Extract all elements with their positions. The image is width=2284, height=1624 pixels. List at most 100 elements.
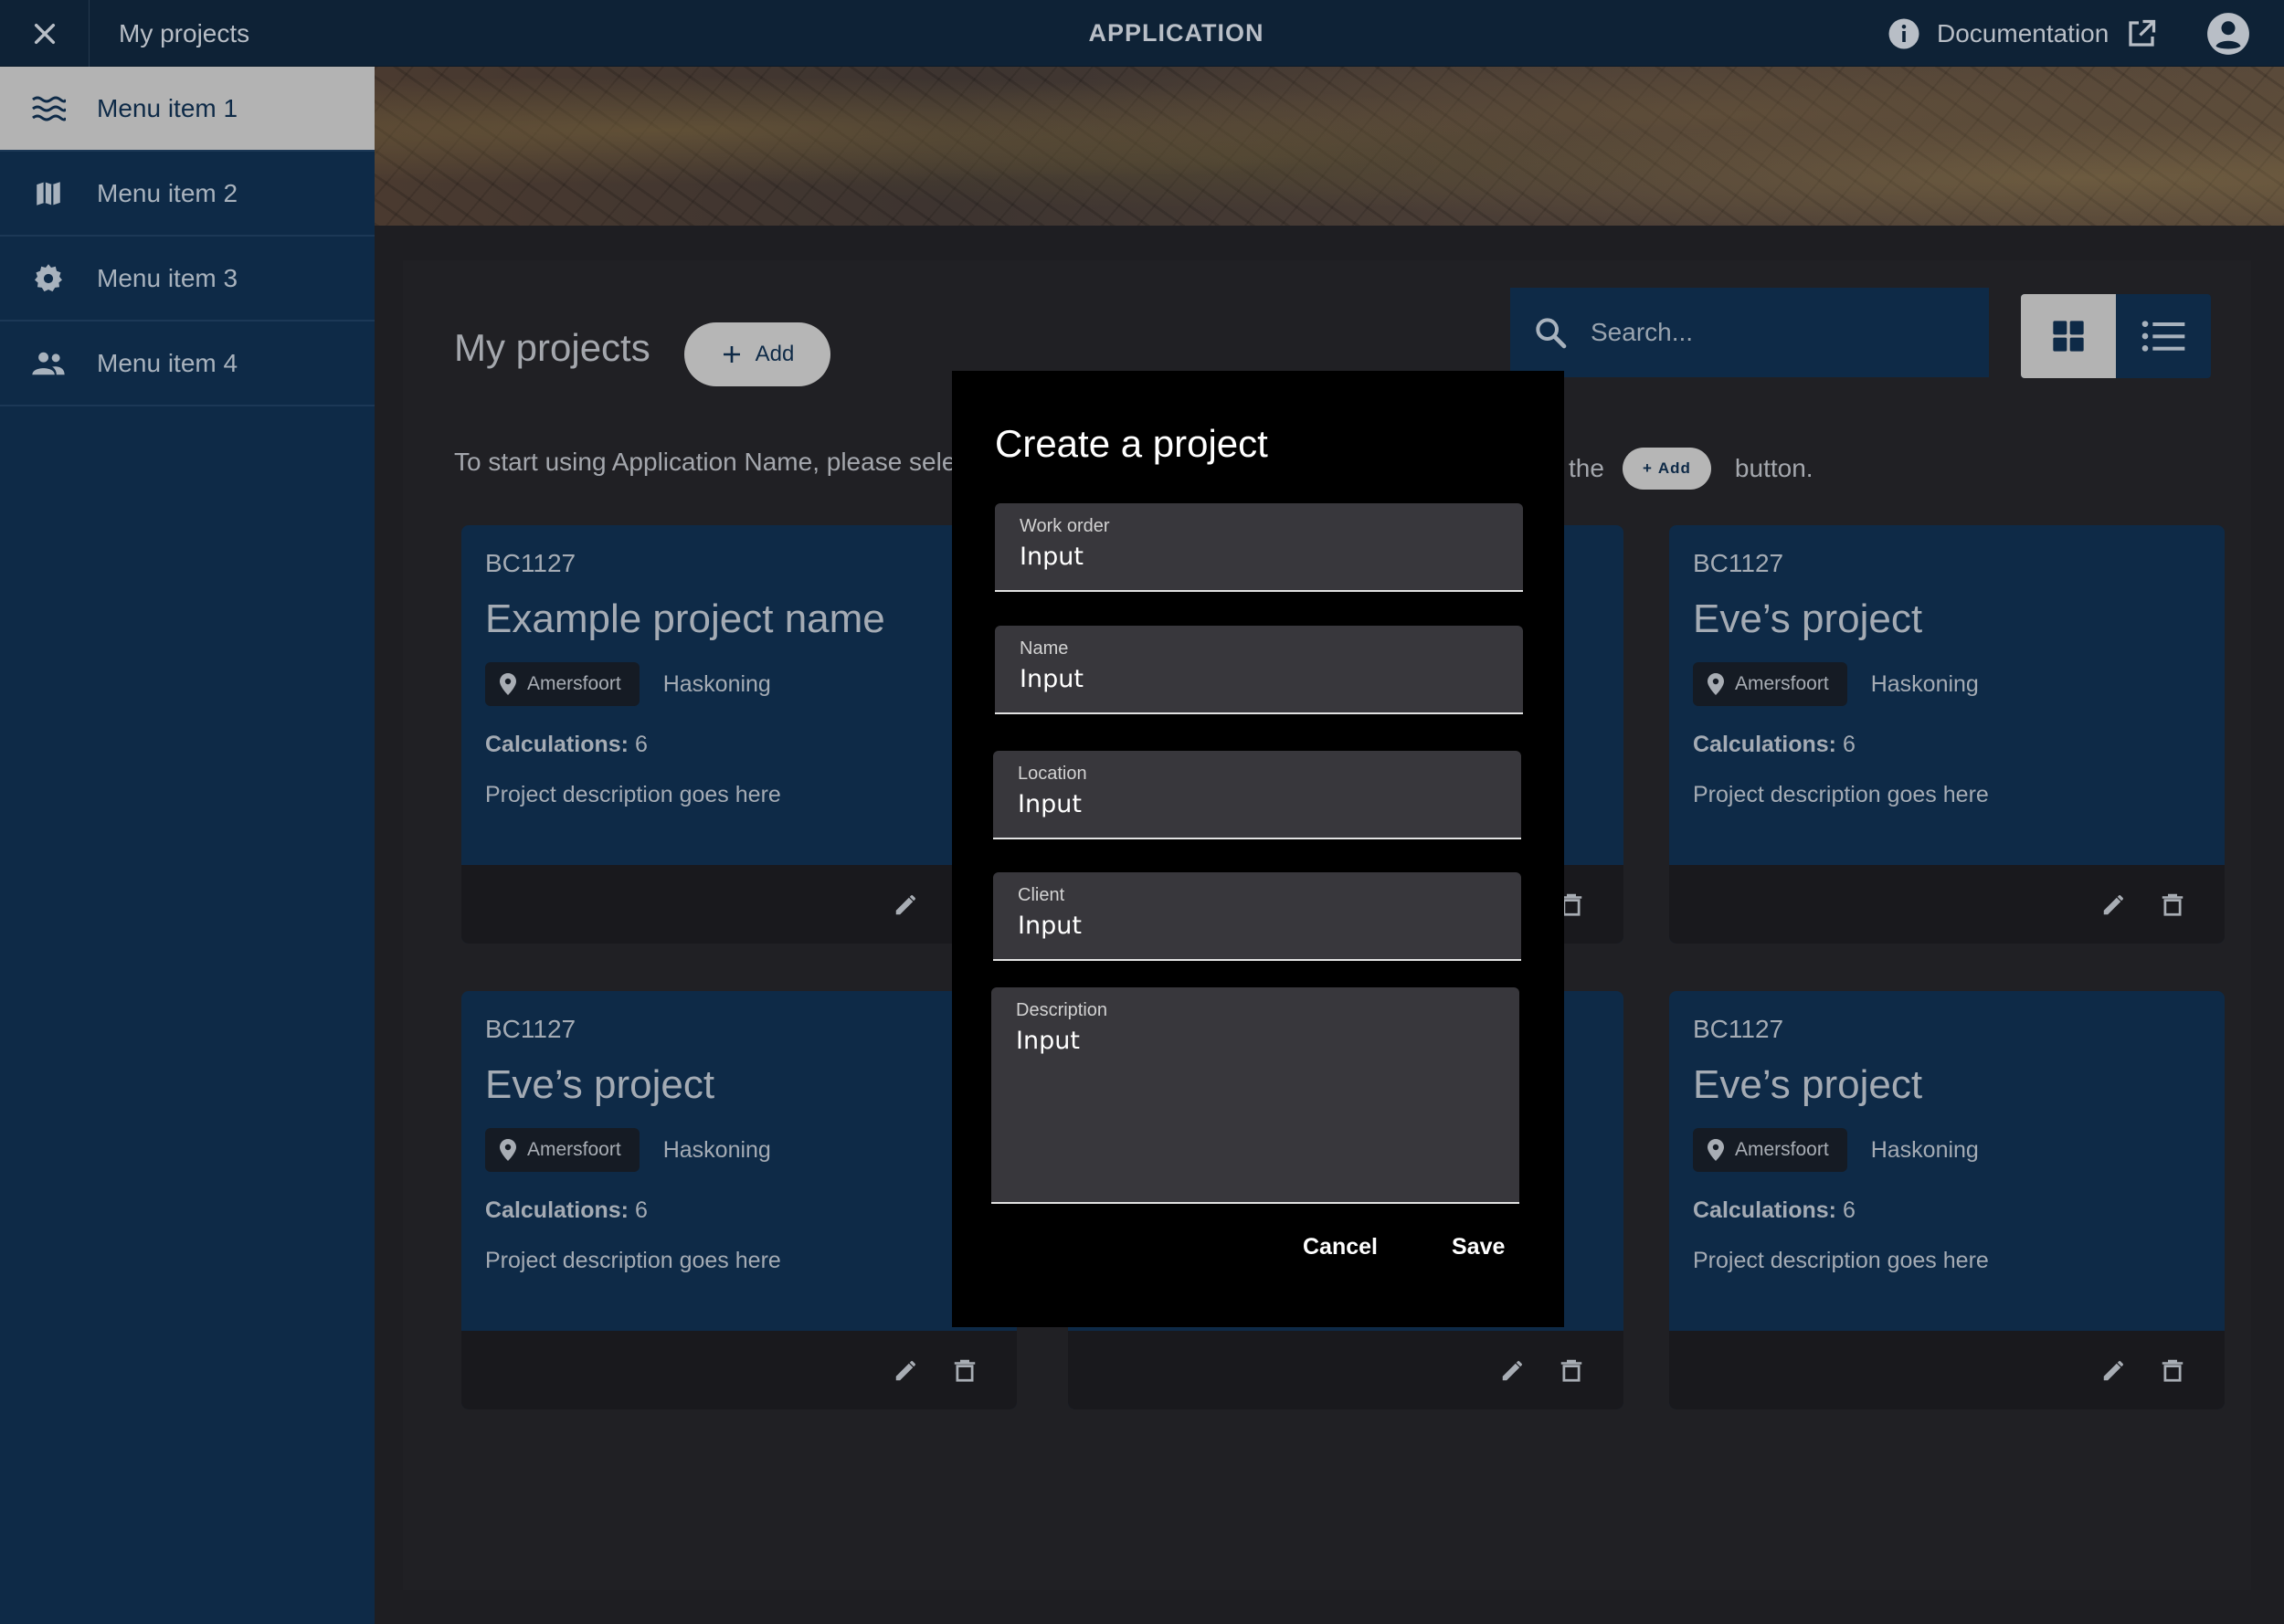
- sidebar-item-label: Menu item 2: [97, 178, 238, 207]
- topbar-page-title: My projects: [119, 19, 250, 47]
- card-actions: [1068, 1331, 1623, 1409]
- location-label: Amersfoort: [1735, 1139, 1829, 1160]
- client-name: Haskoning: [1870, 670, 1979, 697]
- client-label: Client: [1018, 885, 1065, 905]
- client-name: Haskoning: [1870, 1136, 1979, 1163]
- sidebar-item-2[interactable]: Menu item 2: [0, 152, 375, 237]
- project-code: BC1127: [1693, 549, 1784, 577]
- name-label: Name: [1020, 638, 1069, 659]
- pencil-icon: [1502, 1361, 1522, 1381]
- location-chip: Amersfoort: [485, 1128, 640, 1172]
- location-pin-icon: [500, 1139, 516, 1161]
- location-chip: Amersfoort: [1693, 1128, 1847, 1172]
- trash-icon: [1560, 1359, 1582, 1382]
- list-view-button[interactable]: [2116, 294, 2211, 378]
- inline-add-chip: + Add: [1622, 448, 1711, 490]
- sidebar-item-1[interactable]: Menu item 1: [0, 67, 375, 152]
- sidebar-item-label: Menu item 4: [97, 348, 238, 377]
- client-input[interactable]: [1018, 912, 1496, 940]
- card-actions: [1669, 865, 2225, 944]
- save-button[interactable]: Save: [1452, 1234, 1505, 1260]
- gear-icon: [35, 263, 62, 291]
- grid-icon: [2053, 321, 2084, 352]
- sidebar-item-4[interactable]: Menu item 4: [0, 322, 375, 406]
- work-order-label: Work order: [1020, 516, 1110, 536]
- close-menu-button[interactable]: [0, 0, 90, 67]
- plus-icon: [723, 346, 740, 363]
- project-name: Eve’s project: [1693, 596, 1923, 641]
- location-field: Location: [993, 751, 1521, 839]
- pencil-icon: [2103, 895, 2123, 915]
- edit-button[interactable]: [891, 1355, 922, 1386]
- create-project-dialog: Create a project Work order Name Locatio…: [952, 371, 1564, 1327]
- map-icon: [37, 181, 60, 206]
- pencil-icon: [895, 895, 915, 915]
- calculations-count: Calculations: 6: [485, 732, 648, 757]
- dialog-title: Create a project: [995, 422, 1268, 465]
- search-input[interactable]: [1591, 318, 1956, 347]
- project-description: Project description goes here: [485, 1248, 781, 1273]
- client-name: Haskoning: [662, 670, 771, 697]
- app-name: APPLICATION NAME: [1088, 19, 1264, 113]
- project-card[interactable]: BC1127 Eve’s project Amersfoort Haskonin…: [1669, 525, 2225, 944]
- project-name: Eve’s project: [1693, 1062, 1923, 1107]
- delete-button[interactable]: [1556, 1355, 1587, 1386]
- account-icon: [2207, 13, 2249, 55]
- edit-button[interactable]: [1497, 1355, 1528, 1386]
- add-project-button[interactable]: Add: [684, 322, 830, 386]
- edit-button[interactable]: [2099, 1355, 2130, 1386]
- edit-button[interactable]: [2099, 889, 2130, 920]
- project-code: BC1127: [485, 1015, 576, 1043]
- view-toggle: [2021, 294, 2211, 378]
- pencil-icon: [895, 1361, 915, 1381]
- list-icon: [2141, 321, 2185, 352]
- account-button[interactable]: [2205, 11, 2251, 57]
- location-input[interactable]: [1018, 790, 1496, 818]
- work-order-input[interactable]: [1020, 543, 1498, 571]
- project-card[interactable]: BC1127 Example project name Amersfoort H…: [461, 525, 1017, 944]
- project-code: BC1127: [1693, 1015, 1784, 1043]
- location-chip: Amersfoort: [485, 662, 640, 706]
- documentation-label: Documentation: [1937, 18, 2110, 47]
- header-banner-image: [375, 67, 2284, 226]
- people-icon: [32, 352, 65, 374]
- name-input[interactable]: [1020, 665, 1498, 693]
- delete-button[interactable]: [2157, 889, 2188, 920]
- location-label: Amersfoort: [1735, 673, 1829, 694]
- calculations-count: Calculations: 6: [1693, 1197, 1856, 1223]
- add-button-label: Add: [755, 342, 795, 366]
- description-label: Description: [1016, 1000, 1108, 1020]
- location-pin-icon: [500, 673, 516, 695]
- delete-button[interactable]: [2157, 1355, 2188, 1386]
- card-actions: [461, 865, 1017, 944]
- description-field: Description: [991, 987, 1519, 1204]
- search-icon: [1536, 318, 1567, 349]
- cancel-button[interactable]: Cancel: [1303, 1234, 1378, 1260]
- sidebar: Menu item 1 Menu item 2 Menu item 3 Menu…: [0, 67, 375, 1624]
- location-label: Amersfoort: [527, 1139, 621, 1160]
- location-chip: Amersfoort: [1693, 662, 1847, 706]
- edit-button[interactable]: [891, 889, 922, 920]
- location-pin-icon: [1708, 1139, 1724, 1161]
- project-description: Project description goes here: [1693, 782, 1989, 807]
- description-input[interactable]: [1016, 1027, 1495, 1164]
- intro-the: the: [1569, 454, 1604, 482]
- delete-button[interactable]: [949, 1355, 980, 1386]
- location-label: Amersfoort: [527, 673, 621, 694]
- client-field: Client: [993, 872, 1521, 961]
- project-name: Example project name: [485, 596, 885, 641]
- page-title: My projects: [454, 326, 650, 369]
- inline-add-label: Add: [1657, 459, 1691, 477]
- intro-button-word: button.: [1734, 454, 1813, 482]
- grid-view-button[interactable]: [2021, 294, 2116, 378]
- project-card[interactable]: BC1127 Eve’s project Amersfoort Haskonin…: [461, 991, 1017, 1409]
- sidebar-item-3[interactable]: Menu item 3: [0, 237, 375, 322]
- sidebar-item-label: Menu item 1: [97, 93, 238, 122]
- documentation-link[interactable]: Documentation: [1887, 0, 2158, 67]
- project-card[interactable]: BC1127 Eve’s project Amersfoort Haskonin…: [1669, 991, 2225, 1409]
- work-order-field: Work order: [995, 503, 1523, 592]
- project-description: Project description goes here: [485, 782, 781, 807]
- calculations-count: Calculations: 6: [485, 1197, 648, 1223]
- location-pin-icon: [1708, 673, 1724, 695]
- search-box: [1510, 288, 1989, 377]
